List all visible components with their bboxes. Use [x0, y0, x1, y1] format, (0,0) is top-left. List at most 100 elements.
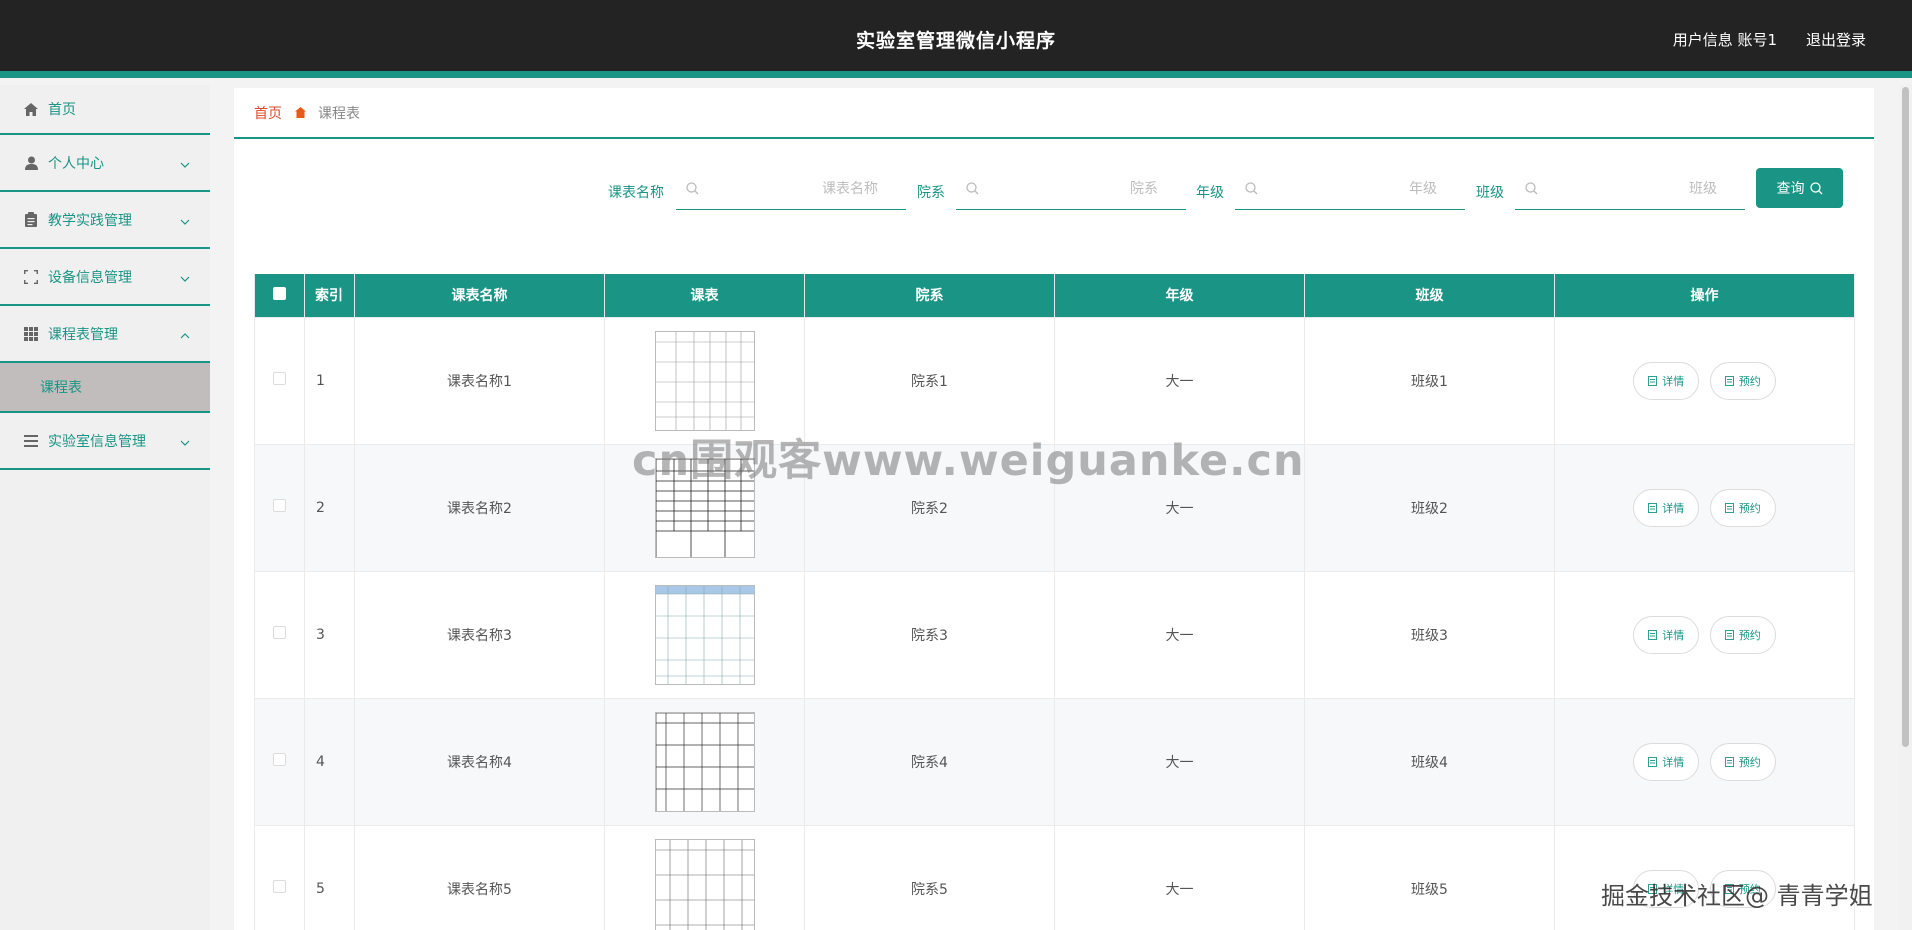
table-row: 1 课表名称1 院系1 大一 班级1 详情 预约 [254, 316, 1855, 445]
table-row: 3 课表名称3 院系3 大一 班级3 详情 预约 [254, 570, 1855, 699]
row-grade: 大一 [1054, 316, 1305, 445]
row-select-cell [254, 443, 305, 572]
query-button-label: 查询 [1776, 181, 1805, 197]
reserve-button[interactable]: 预约 [1709, 361, 1776, 400]
sidebar-item-personal-center[interactable]: 个人中心 [0, 135, 210, 192]
column-header-index: 索引 [304, 274, 355, 318]
document-icon [1724, 502, 1734, 513]
row-index: 2 [304, 443, 355, 572]
row-checkbox[interactable] [273, 753, 286, 766]
schedule-thumbnail[interactable] [654, 584, 755, 685]
user-info-link[interactable]: 用户信息 账号1 [1673, 29, 1777, 50]
detail-button[interactable]: 详情 [1633, 488, 1700, 527]
row-select-cell [254, 824, 305, 930]
schedule-thumbnail[interactable] [654, 330, 755, 431]
breadcrumb-current: 课程表 [318, 105, 360, 122]
department-field [956, 168, 1186, 210]
list-icon [23, 433, 39, 449]
schedule-thumbnail[interactable] [654, 711, 755, 812]
sidebar-item-lab-info[interactable]: 实验室信息管理 [0, 413, 210, 470]
corner-watermark: 掘金技术社区@ 青青学姐 [1601, 882, 1873, 910]
house-separator-icon [295, 107, 306, 118]
main-content: 首页 课程表 课表名称 院系 年级 班级 [234, 88, 1874, 930]
row-checkbox[interactable] [273, 880, 286, 893]
reserve-button[interactable]: 预约 [1709, 488, 1776, 527]
sidebar: 首页 个人中心 教学实践管理 设备信息管理 课程表管理 课程表 实验室信息管理 [0, 85, 210, 930]
sidebar-item-device-info[interactable]: 设备信息管理 [0, 249, 210, 306]
reserve-button[interactable]: 预约 [1709, 615, 1776, 654]
schedule-name-label: 课表名称 [608, 185, 664, 201]
user-icon [23, 155, 39, 171]
row-department: 院系3 [804, 570, 1055, 699]
query-button[interactable]: 查询 [1756, 168, 1843, 208]
table-row: 4 课表名称4 院系4 大一 班级4 详情 预约 [254, 697, 1855, 826]
department-input[interactable] [979, 168, 1186, 209]
column-header-class: 班级 [1304, 274, 1555, 318]
page-scrollbar[interactable] [1899, 85, 1912, 930]
detail-button-label: 详情 [1662, 374, 1685, 388]
reserve-button-label: 预约 [1738, 374, 1761, 388]
column-header-department: 院系 [804, 274, 1055, 318]
row-schedule-cell [604, 824, 805, 930]
chevron-up-icon [180, 327, 190, 343]
detail-button[interactable]: 详情 [1633, 361, 1700, 400]
search-icon [1809, 181, 1822, 194]
clipboard-icon [23, 212, 39, 228]
search-icon [1525, 182, 1538, 195]
row-actions: 详情 预约 [1554, 570, 1855, 699]
sidebar-subitem-schedule[interactable]: 课程表 [0, 363, 210, 413]
row-name: 课表名称4 [354, 697, 605, 826]
class-label: 班级 [1476, 185, 1504, 201]
reserve-button[interactable]: 预约 [1709, 742, 1776, 781]
row-schedule-cell [604, 316, 805, 445]
sidebar-item-label: 首页 [48, 102, 76, 118]
row-department: 院系1 [804, 316, 1055, 445]
select-all-cell [254, 274, 305, 318]
row-name: 课表名称1 [354, 316, 605, 445]
detail-button[interactable]: 详情 [1633, 615, 1700, 654]
class-field [1515, 168, 1745, 210]
class-input[interactable] [1538, 168, 1745, 209]
row-department: 院系4 [804, 697, 1055, 826]
sidebar-item-label: 个人中心 [48, 155, 104, 172]
search-icon [1245, 182, 1258, 195]
search-icon [686, 182, 699, 195]
department-label: 院系 [917, 185, 945, 201]
document-icon [1724, 756, 1734, 767]
detail-button[interactable]: 详情 [1633, 742, 1700, 781]
document-icon [1648, 375, 1658, 386]
detail-button-label: 详情 [1662, 501, 1685, 515]
row-class: 班级4 [1304, 697, 1555, 826]
row-schedule-cell [604, 697, 805, 826]
sidebar-item-label: 实验室信息管理 [48, 433, 146, 450]
schedule-name-field [676, 168, 906, 210]
sidebar-item-teaching-practice[interactable]: 教学实践管理 [0, 192, 210, 249]
row-checkbox[interactable] [273, 499, 286, 512]
row-department: 院系5 [804, 824, 1055, 930]
grade-input[interactable] [1258, 168, 1465, 209]
sidebar-item-label: 教学实践管理 [48, 212, 132, 229]
schedule-name-input[interactable] [699, 168, 906, 209]
reserve-button-label: 预约 [1738, 755, 1761, 769]
row-name: 课表名称2 [354, 443, 605, 572]
scrollbar-thumb[interactable] [1902, 87, 1909, 747]
sidebar-item-home[interactable]: 首页 [0, 85, 210, 135]
document-icon [1724, 629, 1734, 640]
row-name: 课表名称5 [354, 824, 605, 930]
select-all-checkbox[interactable] [273, 286, 286, 300]
column-header-actions: 操作 [1554, 274, 1855, 318]
row-checkbox[interactable] [273, 626, 286, 639]
chevron-down-icon [180, 434, 190, 450]
row-index: 1 [304, 316, 355, 445]
breadcrumb-home-link[interactable]: 首页 [254, 103, 282, 123]
row-select-cell [254, 697, 305, 826]
document-icon [1648, 756, 1658, 767]
row-class: 班级3 [1304, 570, 1555, 699]
row-checkbox[interactable] [273, 372, 286, 385]
sidebar-item-schedule-management[interactable]: 课程表管理 [0, 306, 210, 363]
logout-button[interactable]: 退出登录 [1806, 29, 1866, 50]
reserve-button-label: 预约 [1738, 501, 1761, 515]
schedule-thumbnail[interactable] [654, 838, 755, 930]
column-header-grade: 年级 [1054, 274, 1305, 318]
sidebar-item-label: 课程表管理 [48, 326, 118, 343]
